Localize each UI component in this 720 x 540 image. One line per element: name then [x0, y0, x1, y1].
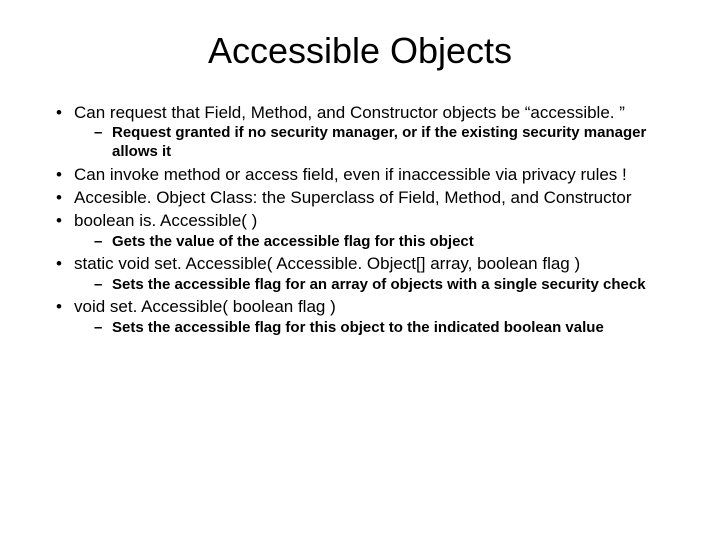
sub-list-item: Request granted if no security manager, …: [92, 124, 680, 162]
slide-title: Accessible Objects: [40, 30, 680, 72]
sub-list-item: Gets the value of the accessible flag fo…: [92, 233, 680, 252]
sub-list-item-text: Sets the accessible flag for an array of…: [112, 276, 646, 293]
list-item: void set. Accessible( boolean flag ) Set…: [52, 296, 680, 337]
list-item-text: Can invoke method or access field, even …: [74, 165, 627, 184]
sub-list-item-text: Sets the accessible flag for this object…: [112, 319, 604, 336]
sub-list: Request granted if no security manager, …: [74, 124, 680, 162]
list-item: Accesible. Object Class: the Superclass …: [52, 187, 680, 208]
list-item: Can request that Field, Method, and Cons…: [52, 102, 680, 162]
bullet-list: Can request that Field, Method, and Cons…: [40, 102, 680, 337]
list-item: Can invoke method or access field, even …: [52, 164, 680, 185]
list-item: static void set. Accessible( Accessible.…: [52, 253, 680, 294]
sub-list: Gets the value of the accessible flag fo…: [74, 233, 680, 252]
list-item-text: boolean is. Accessible( ): [74, 211, 257, 230]
list-item-text: void set. Accessible( boolean flag ): [74, 297, 336, 316]
list-item-text: Can request that Field, Method, and Cons…: [74, 103, 625, 122]
sub-list-item: Sets the accessible flag for an array of…: [92, 276, 680, 295]
list-item-text: static void set. Accessible( Accessible.…: [74, 254, 580, 273]
sub-list: Sets the accessible flag for an array of…: [74, 276, 680, 295]
list-item-text: Accesible. Object Class: the Superclass …: [74, 188, 631, 207]
sub-list-item: Sets the accessible flag for this object…: [92, 319, 680, 338]
sub-list: Sets the accessible flag for this object…: [74, 319, 680, 338]
list-item: boolean is. Accessible( ) Gets the value…: [52, 210, 680, 251]
sub-list-item-text: Request granted if no security manager, …: [112, 124, 646, 160]
sub-list-item-text: Gets the value of the accessible flag fo…: [112, 233, 474, 250]
